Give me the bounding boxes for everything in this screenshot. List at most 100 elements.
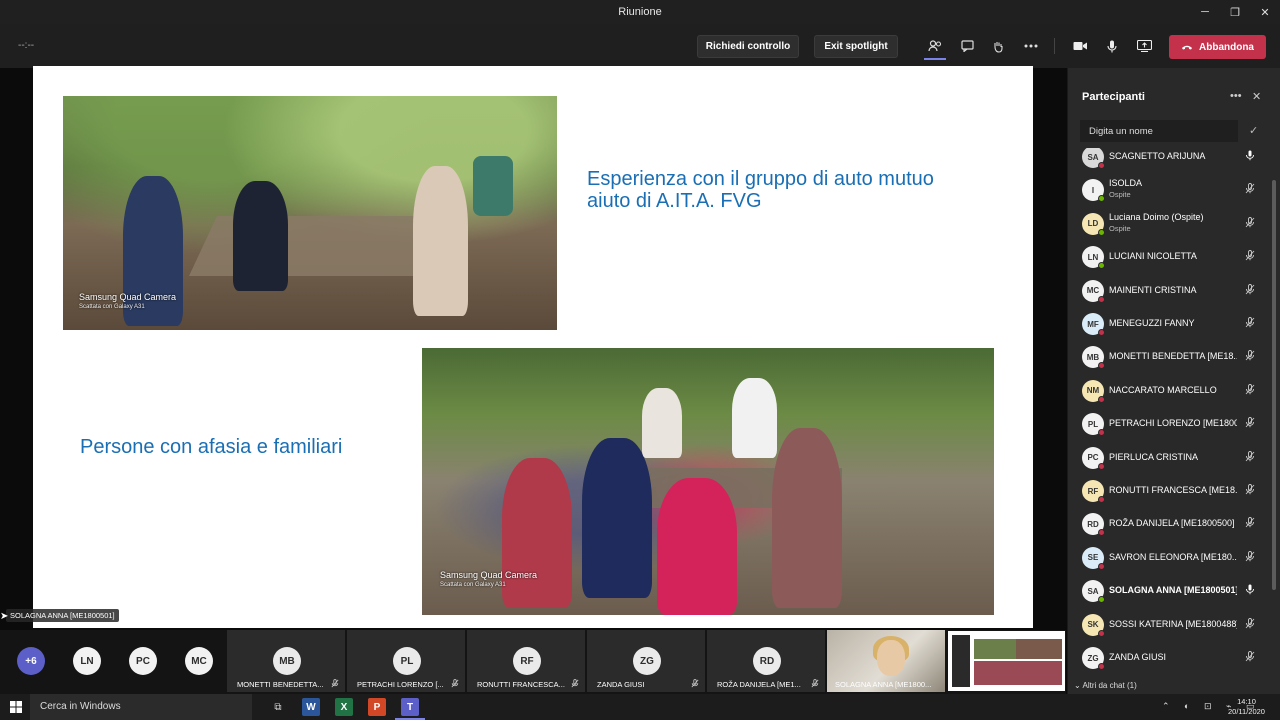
microphone-muted-icon[interactable] <box>1245 517 1255 531</box>
windows-start-icon[interactable] <box>10 701 22 716</box>
exit-spotlight-button[interactable]: Exit spotlight <box>814 35 898 58</box>
participant-row[interactable]: LN LUCIANI NICOLETTA <box>1068 241 1273 274</box>
presence-status-icon <box>1098 195 1105 203</box>
participant-row[interactable]: SE SAVRON ELEONORA [ME180... <box>1068 542 1273 575</box>
participant-tile[interactable]: ZG ZANDA GIUSI <box>587 630 705 692</box>
word-icon[interactable]: W <box>302 698 320 716</box>
excel-icon[interactable]: X <box>335 698 353 716</box>
avatar: NM <box>1082 379 1105 403</box>
participant-name: PETRACHI LORENZO [ME1800... <box>1109 418 1237 429</box>
participant-row[interactable]: I ISOLDA Ospite <box>1068 174 1273 207</box>
chat-icon[interactable] <box>956 36 978 56</box>
microphone-muted-icon[interactable] <box>1245 484 1255 498</box>
participant-search-input[interactable] <box>1080 120 1238 142</box>
share-tray-icon[interactable] <box>1133 36 1155 56</box>
chat-participants-toggle[interactable]: ⌄ Altri da chat (1) <box>1074 681 1137 690</box>
video-tile-solagna[interactable]: SOLAGNA ANNA [ME1800... <box>827 630 945 692</box>
participant-row[interactable]: MF MENEGUZZI FANNY <box>1068 308 1273 341</box>
microphone-muted-icon[interactable] <box>1245 350 1255 364</box>
avatar-initials: NM <box>1086 386 1100 396</box>
participant-row[interactable]: ZG ZANDA GIUSI <box>1068 642 1273 675</box>
more-icon[interactable] <box>1020 36 1042 56</box>
microphone-muted-icon[interactable] <box>1245 250 1255 264</box>
leave-button[interactable]: Abbandona <box>1169 35 1266 59</box>
microphone-on-icon[interactable] <box>1245 150 1255 164</box>
avatar-initials: PL <box>1087 419 1099 429</box>
participants-panel: Partecipanti ••• ✕ ✓ SA SCAGNETTO ARIJUNA… <box>1067 68 1280 694</box>
presence-status-icon <box>1098 295 1105 303</box>
microphone-on-icon[interactable] <box>1245 584 1255 598</box>
participant-tile[interactable]: RF RONUTTI FRANCESCA... <box>467 630 585 692</box>
participant-row[interactable]: RF RONUTTI FRANCESCA [ME18... <box>1068 475 1273 508</box>
microphone-muted-icon[interactable] <box>1245 617 1255 632</box>
avatar: PC <box>1082 446 1105 470</box>
strip-avatar[interactable]: MC <box>185 647 213 675</box>
microphone-muted-icon <box>451 679 459 690</box>
strip-avatar[interactable]: PC <box>129 647 157 675</box>
microphone-muted-icon[interactable] <box>1245 651 1255 665</box>
maximize-button[interactable]: ❐ <box>1220 0 1250 24</box>
hang-up-icon <box>1182 45 1192 50</box>
powerpoint-icon[interactable]: P <box>368 698 386 716</box>
participant-list[interactable]: SA SCAGNETTO ARIJUNA I ISOLDA Ospite LD Lucian… <box>1068 148 1280 684</box>
avatar-initials: ZG <box>1087 653 1099 663</box>
avatar: SA <box>1082 148 1105 169</box>
participant-row[interactable]: SA SOLAGNA ANNA [ME1800501] <box>1068 575 1273 608</box>
close-window-button[interactable]: ✕ <box>1250 0 1280 24</box>
participant-row[interactable]: LD Luciana Doimo (Ospite) Ospite <box>1068 208 1273 241</box>
taskbar-clock[interactable]: 14:10 20/11/2020 <box>1228 697 1265 717</box>
participants-icon[interactable] <box>924 36 946 60</box>
participant-tile[interactable]: PL PETRACHI LORENZO [... <box>347 630 465 692</box>
raise-hand-icon[interactable] <box>987 36 1009 56</box>
participant-tile-label: ROŽA DANIJELA [ME1... <box>717 680 801 689</box>
microphone-icon[interactable] <box>1101 36 1123 56</box>
teams-icon[interactable]: T <box>401 698 419 716</box>
strip-avatar[interactable]: +6 <box>17 647 45 675</box>
avatar-initials: PC <box>1087 453 1099 463</box>
participant-name: MENEGUZZI FANNY <box>1109 318 1195 328</box>
participant-row[interactable]: MB MONETTI BENEDETTA [ME18... <box>1068 341 1273 374</box>
thumbnail-photo <box>974 639 1016 659</box>
minimize-button[interactable]: ─ <box>1190 0 1220 24</box>
participant-row[interactable]: NM NACCARATO MARCELLO <box>1068 375 1273 408</box>
person-figure <box>642 388 682 458</box>
participant-name: ROŽA DANIJELA [ME1800500] <box>1109 518 1235 529</box>
presence-status-icon <box>1098 162 1105 169</box>
camera-watermark-sub: Scattata con Galaxy A31 <box>440 582 506 588</box>
task-view-icon[interactable]: ⧉ <box>269 698 287 716</box>
microphone-muted-icon[interactable] <box>1245 550 1255 565</box>
checkmark-icon[interactable]: ✓ <box>1249 124 1258 137</box>
request-control-button[interactable]: Richiedi controllo <box>697 35 799 58</box>
microphone-muted-icon <box>691 679 699 690</box>
taskbar-search-box[interactable]: Cerca in Windows <box>30 694 252 720</box>
participant-row[interactable]: SA SCAGNETTO ARIJUNA <box>1068 148 1273 174</box>
participant-tile[interactable]: MB MONETTI BENEDETTA... <box>227 630 345 692</box>
microphone-muted-icon[interactable] <box>1245 450 1255 465</box>
avatar-initials: RF <box>1087 486 1099 496</box>
participant-scrollbar[interactable] <box>1272 180 1276 590</box>
panel-close-icon[interactable]: ✕ <box>1252 90 1261 103</box>
panel-more-icon[interactable]: ••• <box>1230 90 1242 102</box>
microphone-muted-icon[interactable] <box>1245 216 1255 231</box>
microphone-muted-icon[interactable] <box>1245 317 1255 331</box>
avatar-initials: LD <box>1087 219 1099 229</box>
microphone-muted-icon[interactable] <box>1245 283 1255 298</box>
presence-status-icon <box>1098 362 1105 370</box>
microphone-muted-icon[interactable] <box>1245 417 1255 431</box>
microphone-muted-icon <box>331 679 339 690</box>
participant-row[interactable]: SK SOSSI KATERINA [ME1800488] <box>1068 609 1273 642</box>
participant-row[interactable]: PC PIERLUCA CRISTINA <box>1068 442 1273 475</box>
strip-avatar[interactable]: LN <box>73 647 101 675</box>
participant-row[interactable]: RD ROŽA DANIJELA [ME1800500] <box>1068 508 1273 541</box>
camera-watermark: Samsung Quad Camera Scattata con Galaxy … <box>440 570 537 590</box>
presenter-name-tag: SOLAGNA ANNA [ME1800501] <box>6 609 119 622</box>
participant-tile[interactable]: RD ROŽA DANIJELA [ME1... <box>707 630 825 692</box>
participant-name: MAINENTI CRISTINA <box>1109 284 1197 295</box>
shared-screen-thumbnail[interactable] <box>948 631 1065 691</box>
microphone-muted-icon[interactable] <box>1245 383 1255 398</box>
participant-row[interactable]: MC MAINENTI CRISTINA <box>1068 275 1273 308</box>
camera-icon[interactable] <box>1069 36 1091 56</box>
avatar: ZG <box>1082 647 1105 670</box>
participant-row[interactable]: PL PETRACHI LORENZO [ME1800... <box>1068 408 1273 441</box>
microphone-muted-icon[interactable] <box>1245 183 1255 197</box>
